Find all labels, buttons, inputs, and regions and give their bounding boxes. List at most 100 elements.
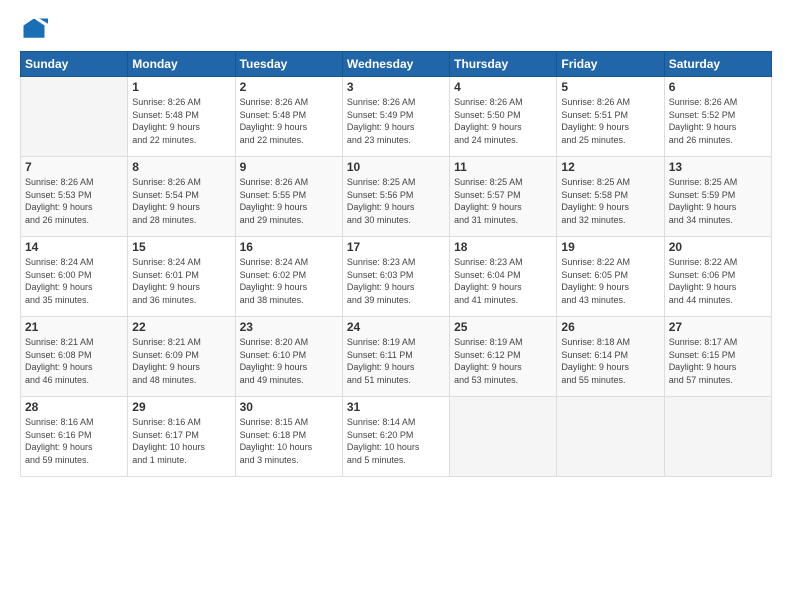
day-number: 25: [454, 320, 552, 334]
day-number: 15: [132, 240, 230, 254]
col-header-monday: Monday: [128, 52, 235, 77]
day-info: Sunrise: 8:20 AM Sunset: 6:10 PM Dayligh…: [240, 336, 338, 386]
day-number: 27: [669, 320, 767, 334]
day-info: Sunrise: 8:22 AM Sunset: 6:05 PM Dayligh…: [561, 256, 659, 306]
day-cell: 14 Sunrise: 8:24 AM Sunset: 6:00 PM Dayli…: [21, 237, 128, 317]
day-number: 17: [347, 240, 445, 254]
calendar-body: 1 Sunrise: 8:26 AM Sunset: 5:48 PM Daylig…: [21, 77, 772, 477]
day-cell: 29 Sunrise: 8:16 AM Sunset: 6:17 PM Dayli…: [128, 397, 235, 477]
day-number: 4: [454, 80, 552, 94]
day-cell: [664, 397, 771, 477]
day-info: Sunrise: 8:17 AM Sunset: 6:15 PM Dayligh…: [669, 336, 767, 386]
week-row-5: 28 Sunrise: 8:16 AM Sunset: 6:16 PM Dayli…: [21, 397, 772, 477]
day-info: Sunrise: 8:14 AM Sunset: 6:20 PM Dayligh…: [347, 416, 445, 466]
day-info: Sunrise: 8:25 AM Sunset: 5:56 PM Dayligh…: [347, 176, 445, 226]
day-number: 22: [132, 320, 230, 334]
day-info: Sunrise: 8:16 AM Sunset: 6:17 PM Dayligh…: [132, 416, 230, 466]
day-cell: 6 Sunrise: 8:26 AM Sunset: 5:52 PM Daylig…: [664, 77, 771, 157]
day-cell: [450, 397, 557, 477]
day-number: 29: [132, 400, 230, 414]
day-cell: 19 Sunrise: 8:22 AM Sunset: 6:05 PM Dayli…: [557, 237, 664, 317]
day-cell: 5 Sunrise: 8:26 AM Sunset: 5:51 PM Daylig…: [557, 77, 664, 157]
day-info: Sunrise: 8:26 AM Sunset: 5:52 PM Dayligh…: [669, 96, 767, 146]
week-row-1: 1 Sunrise: 8:26 AM Sunset: 5:48 PM Daylig…: [21, 77, 772, 157]
day-number: 1: [132, 80, 230, 94]
day-info: Sunrise: 8:26 AM Sunset: 5:49 PM Dayligh…: [347, 96, 445, 146]
day-cell: 11 Sunrise: 8:25 AM Sunset: 5:57 PM Dayli…: [450, 157, 557, 237]
day-cell: 12Sunrise: 8:25 AM Sunset: 5:58 PM Dayli…: [557, 157, 664, 237]
col-header-wednesday: Wednesday: [342, 52, 449, 77]
day-info: Sunrise: 8:18 AM Sunset: 6:14 PM Dayligh…: [561, 336, 659, 386]
day-number: 24: [347, 320, 445, 334]
day-info: Sunrise: 8:19 AM Sunset: 6:12 PM Dayligh…: [454, 336, 552, 386]
day-info: Sunrise: 8:16 AM Sunset: 6:16 PM Dayligh…: [25, 416, 123, 466]
day-info: Sunrise: 8:26 AM Sunset: 5:50 PM Dayligh…: [454, 96, 552, 146]
day-number: 8: [132, 160, 230, 174]
day-info: Sunrise: 8:25 AM Sunset: 5:58 PM Dayligh…: [561, 176, 659, 226]
day-info: Sunrise: 8:26 AM Sunset: 5:48 PM Dayligh…: [240, 96, 338, 146]
day-cell: 31 Sunrise: 8:14 AM Sunset: 6:20 PM Dayli…: [342, 397, 449, 477]
day-cell: 1Sunrise: 8:26 AM Sunset: 5:48 PM Daylig…: [128, 77, 235, 157]
day-info: Sunrise: 8:21 AM Sunset: 6:09 PM Dayligh…: [132, 336, 230, 386]
day-info: Sunrise: 8:24 AM Sunset: 6:01 PM Dayligh…: [132, 256, 230, 306]
day-number: 26: [561, 320, 659, 334]
col-header-tuesday: Tuesday: [235, 52, 342, 77]
day-cell: 15 Sunrise: 8:24 AM Sunset: 6:01 PM Dayli…: [128, 237, 235, 317]
day-number: 7: [25, 160, 123, 174]
day-info: Sunrise: 8:22 AM Sunset: 6:06 PM Dayligh…: [669, 256, 767, 306]
day-info: Sunrise: 8:24 AM Sunset: 6:00 PM Dayligh…: [25, 256, 123, 306]
page: SundayMondayTuesdayWednesdayThursdayFrid…: [0, 0, 792, 612]
day-cell: 21 Sunrise: 8:21 AM Sunset: 6:08 PM Dayli…: [21, 317, 128, 397]
day-info: Sunrise: 8:15 AM Sunset: 6:18 PM Dayligh…: [240, 416, 338, 466]
day-cell: 16 Sunrise: 8:24 AM Sunset: 6:02 PM Dayli…: [235, 237, 342, 317]
day-cell: 2 Sunrise: 8:26 AM Sunset: 5:48 PM Daylig…: [235, 77, 342, 157]
day-number: 21: [25, 320, 123, 334]
day-number: 19: [561, 240, 659, 254]
day-cell: 30 Sunrise: 8:15 AM Sunset: 6:18 PM Dayli…: [235, 397, 342, 477]
day-cell: 27 Sunrise: 8:17 AM Sunset: 6:15 PM Dayli…: [664, 317, 771, 397]
day-info: Sunrise: 8:25 AM Sunset: 5:57 PM Dayligh…: [454, 176, 552, 226]
day-number: 30: [240, 400, 338, 414]
column-headers-row: SundayMondayTuesdayWednesdayThursdayFrid…: [21, 52, 772, 77]
day-number: 11: [454, 160, 552, 174]
day-cell: 17 Sunrise: 8:23 AM Sunset: 6:03 PM Dayli…: [342, 237, 449, 317]
day-info: Sunrise: 8:23 AM Sunset: 6:04 PM Dayligh…: [454, 256, 552, 306]
col-header-sunday: Sunday: [21, 52, 128, 77]
week-row-4: 21 Sunrise: 8:21 AM Sunset: 6:08 PM Dayli…: [21, 317, 772, 397]
day-info: Sunrise: 8:24 AM Sunset: 6:02 PM Dayligh…: [240, 256, 338, 306]
day-cell: 25 Sunrise: 8:19 AM Sunset: 6:12 PM Dayli…: [450, 317, 557, 397]
day-cell: 3Sunrise: 8:26 AM Sunset: 5:49 PM Daylig…: [342, 77, 449, 157]
day-cell: 7Sunrise: 8:26 AM Sunset: 5:53 PM Daylig…: [21, 157, 128, 237]
day-info: Sunrise: 8:26 AM Sunset: 5:54 PM Dayligh…: [132, 176, 230, 226]
day-cell: 24Sunrise: 8:19 AM Sunset: 6:11 PM Dayli…: [342, 317, 449, 397]
day-number: 31: [347, 400, 445, 414]
day-cell: 26 Sunrise: 8:18 AM Sunset: 6:14 PM Dayli…: [557, 317, 664, 397]
day-number: 16: [240, 240, 338, 254]
day-number: 13: [669, 160, 767, 174]
day-number: 14: [25, 240, 123, 254]
week-row-3: 14 Sunrise: 8:24 AM Sunset: 6:00 PM Dayli…: [21, 237, 772, 317]
col-header-friday: Friday: [557, 52, 664, 77]
day-number: 9: [240, 160, 338, 174]
day-number: 20: [669, 240, 767, 254]
day-number: 28: [25, 400, 123, 414]
col-header-thursday: Thursday: [450, 52, 557, 77]
day-cell: 18Sunrise: 8:23 AM Sunset: 6:04 PM Dayli…: [450, 237, 557, 317]
logo: [20, 15, 52, 43]
day-cell: 8 Sunrise: 8:26 AM Sunset: 5:54 PM Daylig…: [128, 157, 235, 237]
day-info: Sunrise: 8:23 AM Sunset: 6:03 PM Dayligh…: [347, 256, 445, 306]
day-cell: 4 Sunrise: 8:26 AM Sunset: 5:50 PM Daylig…: [450, 77, 557, 157]
calendar-table: SundayMondayTuesdayWednesdayThursdayFrid…: [20, 51, 772, 477]
header: [20, 15, 772, 43]
day-info: Sunrise: 8:21 AM Sunset: 6:08 PM Dayligh…: [25, 336, 123, 386]
day-cell: 13Sunrise: 8:25 AM Sunset: 5:59 PM Dayli…: [664, 157, 771, 237]
day-cell: 22 Sunrise: 8:21 AM Sunset: 6:09 PM Dayli…: [128, 317, 235, 397]
day-number: 23: [240, 320, 338, 334]
day-cell: 28 Sunrise: 8:16 AM Sunset: 6:16 PM Dayli…: [21, 397, 128, 477]
day-number: 6: [669, 80, 767, 94]
day-info: Sunrise: 8:26 AM Sunset: 5:55 PM Dayligh…: [240, 176, 338, 226]
day-number: 2: [240, 80, 338, 94]
day-number: 10: [347, 160, 445, 174]
day-number: 5: [561, 80, 659, 94]
day-info: Sunrise: 8:26 AM Sunset: 5:51 PM Dayligh…: [561, 96, 659, 146]
